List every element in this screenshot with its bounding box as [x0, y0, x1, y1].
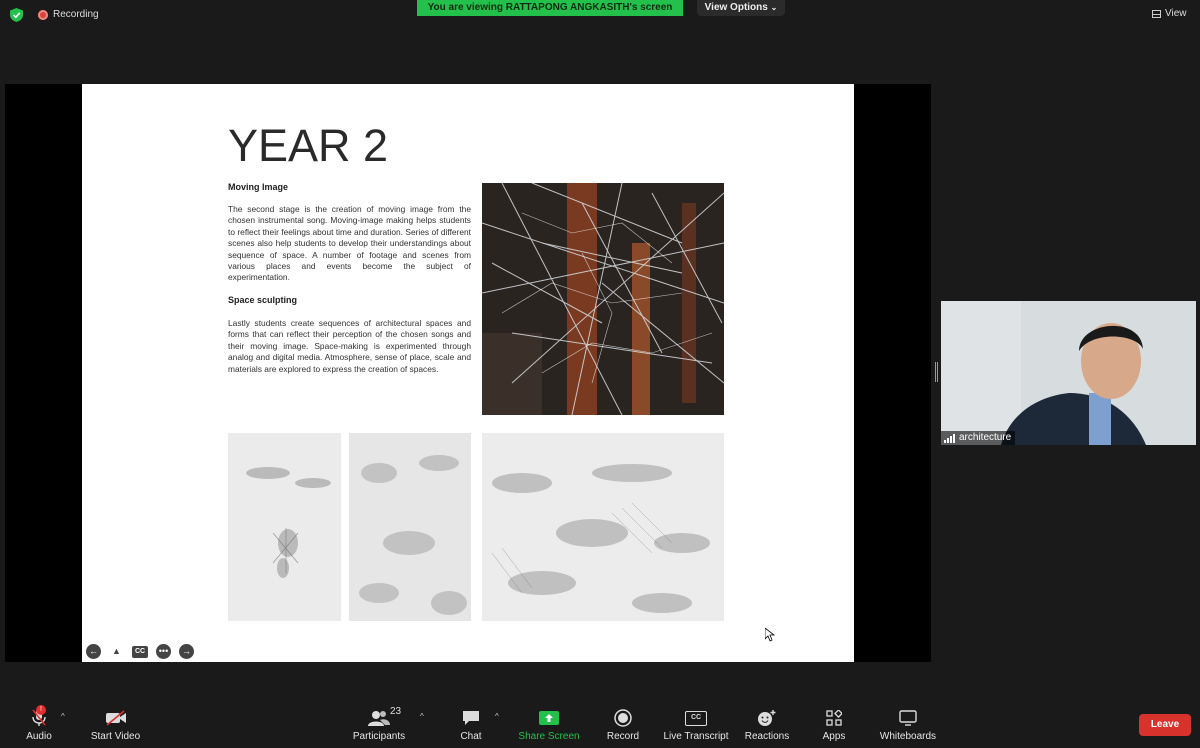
gallery-view-icon [1152, 9, 1161, 18]
chevron-down-icon: ⌄ [770, 3, 778, 12]
apps-icon [826, 710, 842, 726]
closed-caption-icon: CC [685, 710, 707, 726]
whiteboard-icon [899, 710, 917, 726]
participant-name: architecture [959, 432, 1012, 443]
section-heading-space-sculpting: Space sculpting [228, 295, 298, 305]
share-screen-icon [539, 711, 559, 725]
live-transcript-label: Live Transcript [663, 731, 729, 742]
audio-warning-badge: ! [36, 705, 46, 715]
audio-button[interactable]: ! Audio [22, 705, 56, 742]
start-video-button[interactable]: Start Video [88, 708, 143, 742]
sculpture-photo [482, 183, 724, 415]
closed-captions-icon[interactable]: CC [132, 645, 148, 658]
panel-splitter-handle[interactable] [935, 362, 938, 382]
record-button[interactable]: Record [604, 708, 642, 742]
start-video-label: Start Video [90, 731, 141, 742]
section-body-space-sculpting: Lastly students create sequences of arch… [228, 318, 471, 374]
participants-label: Participants [352, 731, 406, 742]
participants-options-caret-icon[interactable]: ^ [420, 712, 424, 721]
slide-title: YEAR 2 [228, 120, 389, 171]
view-options-button[interactable]: View Options ⌄ [697, 0, 785, 16]
meeting-toolbar: ! Audio ^ Start Video 23 Participants ^ [0, 700, 1200, 748]
leave-button[interactable]: Leave [1139, 714, 1191, 736]
slide-controls: ← ▲ CC ••• → [86, 644, 194, 659]
security-shield-icon[interactable] [10, 8, 23, 22]
video-camera-off-icon [105, 710, 126, 726]
recording-indicator[interactable]: Recording [38, 9, 99, 20]
reactions-button[interactable]: Reactions [743, 708, 791, 742]
audio-label: Audio [26, 731, 52, 742]
participants-count: 23 [390, 706, 402, 717]
record-dot-icon [38, 9, 48, 20]
chat-icon [463, 711, 479, 725]
audio-options-caret-icon[interactable]: ^ [61, 712, 65, 721]
pointer-icon[interactable]: ▲ [109, 644, 124, 659]
reactions-smiley-icon [758, 710, 776, 726]
record-icon [614, 709, 632, 727]
view-options-label: View Options [704, 2, 768, 13]
whiteboards-label: Whiteboards [879, 731, 937, 742]
shared-screen[interactable]: YEAR 2 Moving Image The second stage is … [5, 84, 931, 662]
share-screen-label: Share Screen [518, 731, 580, 742]
top-bar: Recording You are viewing RATTAPONG ANGK… [0, 0, 1200, 30]
section-body-moving-image: The second stage is the creation of movi… [228, 204, 471, 283]
participant-video-tile[interactable]: architecture [941, 301, 1196, 445]
participants-button[interactable]: 23 Participants [350, 706, 408, 742]
whiteboards-button[interactable]: Whiteboards [876, 708, 940, 742]
chat-label: Chat [460, 731, 482, 742]
mouse-cursor-icon [765, 628, 775, 642]
presentation-slide: YEAR 2 Moving Image The second stage is … [82, 84, 854, 662]
participant-video-feed [941, 301, 1196, 445]
section-heading-moving-image: Moving Image [228, 182, 289, 192]
record-label: Record [606, 731, 640, 742]
apps-label: Apps [822, 731, 846, 742]
previous-slide-icon[interactable]: ← [86, 644, 101, 659]
view-button[interactable]: View [1152, 8, 1187, 19]
more-options-icon[interactable]: ••• [156, 644, 171, 659]
sketch-image-1 [228, 433, 341, 621]
share-screen-button[interactable]: Share Screen [517, 708, 581, 742]
sketch-image-3 [482, 433, 724, 621]
sketch-image-2 [349, 433, 471, 621]
view-label: View [1165, 8, 1187, 19]
next-slide-icon[interactable]: → [179, 644, 194, 659]
chat-options-caret-icon[interactable]: ^ [495, 712, 499, 721]
participant-name-tag: architecture [941, 431, 1016, 445]
live-transcript-button[interactable]: CC Live Transcript [662, 708, 730, 742]
participants-icon [368, 711, 390, 726]
reactions-label: Reactions [744, 731, 790, 742]
chat-button[interactable]: Chat [454, 708, 488, 742]
apps-button[interactable]: Apps [819, 708, 849, 742]
signal-strength-icon [944, 433, 955, 443]
recording-label: Recording [53, 9, 99, 20]
viewing-banner: You are viewing RATTAPONG ANGKASITH's sc… [417, 0, 683, 16]
